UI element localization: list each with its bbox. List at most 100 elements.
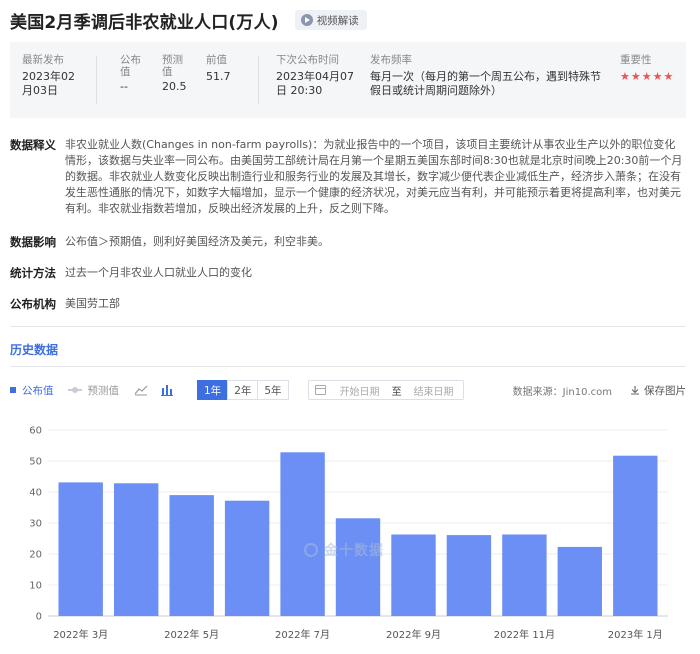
impact-row: 数据影响 公布值＞预期值，则利好美国经济及美元，利空非美。: [10, 234, 686, 250]
frequency-value-line1: 每月一次（每月的第一个周五公布，遇到特殊节: [370, 70, 601, 83]
actual-label-line2: 值: [120, 66, 131, 78]
bar[interactable]: [502, 534, 547, 617]
forecast-label: 预测 值: [162, 54, 187, 78]
legend-actual[interactable]: 公布值: [10, 383, 54, 398]
bar[interactable]: [58, 482, 103, 616]
date-range-picker[interactable]: 开始日期 至 结束日期: [307, 380, 464, 400]
video-explain-button[interactable]: 视频解读: [294, 10, 367, 30]
definition-label: 数据释义: [10, 138, 56, 152]
legend-forecast[interactable]: 预测值: [67, 383, 120, 398]
impact-text: 公布值＞预期值，则利好美国经济及美元，利空非美。: [65, 235, 329, 248]
importance-stars-icon: ★★★★★: [620, 70, 675, 83]
next-label: 下次公布时间: [276, 54, 339, 66]
bar-chart-icon[interactable]: [159, 383, 175, 397]
forecast-label-line1: 预测: [162, 54, 183, 66]
y-tick-label: 30: [29, 519, 42, 530]
start-date-input[interactable]: 开始日期: [340, 383, 380, 398]
y-tick-label: 0: [36, 612, 42, 623]
info-panel: 最新发布 2023年02 月03日 公布 值 -- 预测 值 20.5 前值 5…: [10, 42, 686, 118]
bar[interactable]: [114, 483, 159, 616]
impact-label: 数据影响: [10, 235, 56, 249]
agency-label: 公布机构: [10, 297, 56, 311]
x-tick-label: 2022年 9月: [386, 628, 441, 641]
x-tick-label: 2022年 5月: [164, 628, 219, 641]
bar[interactable]: [335, 518, 381, 616]
calendar-icon: [314, 385, 326, 395]
chart-toolbar: 公布值 预测值 1年 2年 5年 开始日期 至 结束日期 数据来源：Jin10.…: [10, 380, 686, 400]
method-row: 统计方法 过去一个月非农业人口就业人口的变化: [10, 265, 686, 281]
legend-line-icon: [67, 387, 82, 393]
y-tick-label: 60: [29, 426, 42, 437]
save-image-button[interactable]: 保存图片: [630, 383, 686, 398]
next-value-line2: 日 20:30: [276, 84, 323, 97]
x-tick-label: 2022年 11月: [494, 628, 555, 641]
frequency-value-line2: 假日或统计周期问题除外）: [370, 84, 502, 97]
watermark-text: 金十数据: [324, 543, 384, 559]
y-tick-label: 40: [29, 488, 42, 499]
definition-row: 数据释义 非农业就业人数(Changes in non-farm payroll…: [10, 137, 686, 217]
legend-forecast-label: 预测值: [87, 384, 120, 397]
watermark: 金十数据: [304, 540, 384, 560]
y-tick-label: 10: [29, 581, 42, 592]
importance-block: 重要性 ★★★★★: [620, 54, 674, 83]
history-title: 历史数据: [10, 343, 59, 357]
period-2y-button[interactable]: 2年: [227, 380, 259, 400]
period-1y-button[interactable]: 1年: [197, 380, 229, 400]
forecast-value: 20.5: [162, 80, 187, 93]
next-value: 2023年04月07 日 20:30: [276, 70, 354, 98]
previous-value: 51.7: [206, 70, 231, 83]
next-value-line1: 2023年04月07: [276, 70, 354, 83]
bar-chart: 0 10 20 30 40 50 60 2022年 3月 2022年 5月 2022年 7月 202…: [29, 426, 668, 641]
data-source: 数据来源：Jin10.com: [512, 386, 612, 398]
previous-label: 前值: [206, 54, 227, 66]
actual-label-line1: 公布: [120, 54, 141, 66]
bar[interactable]: [391, 534, 436, 617]
bar[interactable]: [224, 500, 270, 616]
importance-label: 重要性: [620, 54, 652, 66]
frequency-value: 每月一次（每月的第一个周五公布，遇到特殊节 假日或统计周期问题除外）: [370, 70, 601, 98]
y-tick-label: 50: [29, 457, 42, 468]
forecast-value-block: 预测 值 20.5: [162, 54, 187, 94]
divider: [10, 326, 686, 327]
x-tick-label: 2022年 7月: [275, 628, 330, 641]
title-row: 美国2月季调后非农就业人口(万人) 视频解读: [10, 8, 367, 33]
latest-label: 最新发布: [22, 54, 64, 66]
save-image-label: 保存图片: [644, 384, 686, 397]
previous-value-block: 前值 51.7: [206, 54, 231, 84]
play-icon: [300, 14, 313, 26]
x-tick-label: 2023年 1月: [608, 628, 663, 641]
divider: [10, 366, 686, 367]
frequency-block: 发布频率 每月一次（每月的第一个周五公布，遇到特殊节 假日或统计周期问题除外）: [370, 54, 601, 98]
date-separator: 至: [391, 386, 402, 398]
bar[interactable]: [557, 546, 602, 616]
watermark-logo-icon: [304, 543, 318, 557]
line-chart-icon[interactable]: [133, 383, 149, 397]
page-title: 美国2月季调后非农就业人口(万人): [10, 12, 279, 33]
bar[interactable]: [446, 535, 492, 616]
method-text: 过去一个月非农业人口就业人口的变化: [65, 266, 252, 279]
divider: [96, 56, 97, 104]
latest-release: 最新发布 2023年02 月03日: [22, 54, 75, 98]
actual-label: 公布 值: [120, 54, 141, 78]
x-tick-label: 2022年 3月: [53, 628, 108, 641]
period-5y-button[interactable]: 5年: [257, 380, 289, 400]
bar[interactable]: [613, 455, 658, 616]
video-button-label: 视频解读: [316, 14, 359, 27]
forecast-label-line2: 值: [162, 66, 173, 78]
definition-text: 非农业就业人数(Changes in non-farm payrolls)：为就…: [65, 138, 683, 215]
bar[interactable]: [280, 452, 325, 616]
frequency-label: 发布频率: [370, 54, 412, 66]
legend-actual-label: 公布值: [22, 384, 54, 397]
y-tick-label: 20: [29, 550, 42, 561]
agency-text: 美国劳工部: [65, 297, 120, 310]
legend-square-icon: [10, 387, 16, 393]
actual-value: --: [120, 80, 128, 93]
download-icon: [631, 386, 639, 395]
bar[interactable]: [169, 495, 214, 616]
divider: [258, 56, 259, 104]
next-release-block: 下次公布时间 2023年04月07 日 20:30: [276, 54, 354, 98]
latest-value-line2: 月03日: [22, 84, 58, 97]
latest-value: 2023年02 月03日: [22, 70, 75, 98]
latest-value-line1: 2023年02: [22, 70, 75, 83]
end-date-input[interactable]: 结束日期: [414, 383, 454, 398]
